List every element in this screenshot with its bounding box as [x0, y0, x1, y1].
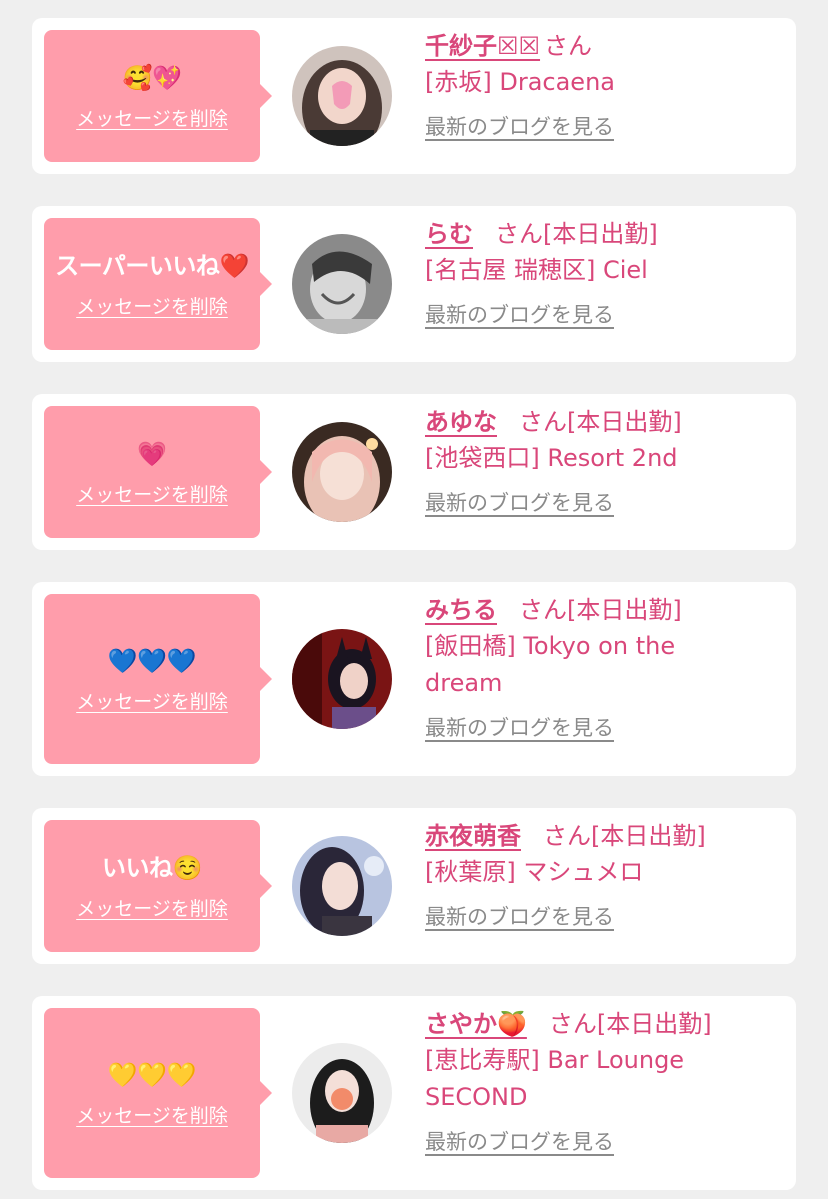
reaction-label: いいね☺️ [102, 852, 202, 884]
shop-name: [秋葉原] マシュメロ [425, 858, 644, 886]
delete-message-link[interactable]: メッセージを削除 [76, 292, 228, 319]
latest-blog-link[interactable]: 最新のブログを見る [425, 111, 614, 141]
reaction-bubble: 💗 メッセージを削除 [44, 406, 272, 538]
shop-name: [池袋西口] Resort 2nd [425, 444, 678, 472]
name-suffix: さん [544, 32, 593, 60]
latest-blog-link[interactable]: 最新のブログを見る [425, 487, 614, 517]
reaction-bubble: スーパーいいね❤️ メッセージを削除 [44, 218, 272, 350]
avatar[interactable] [292, 836, 392, 936]
list-item: 💗 メッセージを削除 あゆな さん[本日出勤] [池袋西口] Resort 2nd… [32, 394, 796, 550]
avatar[interactable] [292, 46, 392, 146]
user-name-link[interactable]: みちる [425, 596, 497, 624]
name-suffix: さん[本日出勤] [519, 596, 682, 624]
latest-blog-link[interactable]: 最新のブログを見る [425, 712, 614, 742]
reaction-emoji-icon: 🥰💖 [122, 63, 182, 92]
reaction-label: 💗 [137, 438, 167, 470]
avatar[interactable] [292, 629, 392, 729]
delete-message-link[interactable]: メッセージを削除 [76, 894, 228, 921]
reaction-emoji-icon: 💗 [137, 439, 167, 468]
latest-blog-link[interactable]: 最新のブログを見る [425, 299, 614, 329]
user-name-link[interactable]: 千紗子☒☒ [425, 32, 540, 60]
name-suffix: さん[本日出勤] [548, 1010, 712, 1038]
shop-name: [名古屋 瑞穂区] Ciel [425, 256, 648, 284]
delete-message-link[interactable]: メッセージを削除 [76, 104, 228, 131]
delete-message-link[interactable]: メッセージを削除 [76, 480, 228, 507]
list-item: スーパーいいね❤️ メッセージを削除 らむ さん[本日出勤] [名古屋 瑞穂区] … [32, 206, 796, 362]
reaction-bubble: 💙💙💙 メッセージを削除 [44, 594, 272, 764]
reaction-bubble: いいね☺️ メッセージを削除 [44, 820, 272, 952]
reaction-label: 🥰💖 [123, 62, 182, 94]
reaction-emoji-icon: ❤️ [219, 251, 249, 280]
list-item: 🥰💖 メッセージを削除 千紗子☒☒ さん [赤坂] Dracaena 最新のブログ… [32, 18, 796, 174]
list-item: 💙💙💙 メッセージを削除 みちる さん[本日出勤] [飯田橋] Tokyo on … [32, 582, 796, 776]
reaction-text: いいね [102, 853, 173, 882]
name-suffix: さん[本日出勤] [495, 220, 658, 248]
reaction-label: 💙💙💙 [107, 645, 197, 677]
reaction-bubble: 💛💛💛 メッセージを削除 [44, 1008, 272, 1178]
user-name-link[interactable]: あゆな [425, 408, 497, 436]
shop-name: [恵比寿駅] Bar Lounge SECOND [425, 1046, 685, 1111]
delete-message-link[interactable]: メッセージを削除 [76, 1101, 228, 1128]
list-item: いいね☺️ メッセージを削除 赤夜萌香 さん[本日出勤] [秋葉原] マシュメロ … [32, 808, 796, 964]
user-name-link[interactable]: 赤夜萌香 [425, 822, 521, 850]
avatar[interactable] [292, 422, 392, 522]
reaction-bubble: 🥰💖 メッセージを削除 [44, 30, 272, 162]
shop-name: [赤坂] Dracaena [425, 68, 615, 96]
avatar[interactable] [292, 1043, 392, 1143]
list-item: 💛💛💛 メッセージを削除 さやか🍑 さん[本日出勤] [恵比寿駅] Bar Lou… [32, 996, 796, 1190]
reaction-label: 💛💛💛 [107, 1059, 197, 1091]
reaction-label: スーパーいいね❤️ [55, 250, 249, 282]
latest-blog-link[interactable]: 最新のブログを見る [425, 901, 614, 931]
user-name-link[interactable]: さやか🍑 [425, 1010, 527, 1038]
like-list: 🥰💖 メッセージを削除 千紗子☒☒ さん [赤坂] Dracaena 最新のブログ… [0, 0, 828, 1199]
latest-blog-link[interactable]: 最新のブログを見る [425, 1126, 614, 1156]
shop-name: [飯田橋] Tokyo on the dream [425, 632, 676, 697]
name-suffix: さん[本日出勤] [519, 408, 682, 436]
name-suffix: さん[本日出勤] [543, 822, 706, 850]
reaction-emoji-icon: 💛💛💛 [107, 1060, 197, 1089]
reaction-emoji-icon: 💙💙💙 [107, 646, 197, 675]
user-name-link[interactable]: らむ [425, 220, 473, 248]
reaction-text: スーパーいいね [55, 251, 220, 280]
reaction-emoji-icon: ☺️ [172, 853, 203, 882]
delete-message-link[interactable]: メッセージを削除 [76, 687, 228, 714]
avatar[interactable] [292, 234, 392, 334]
